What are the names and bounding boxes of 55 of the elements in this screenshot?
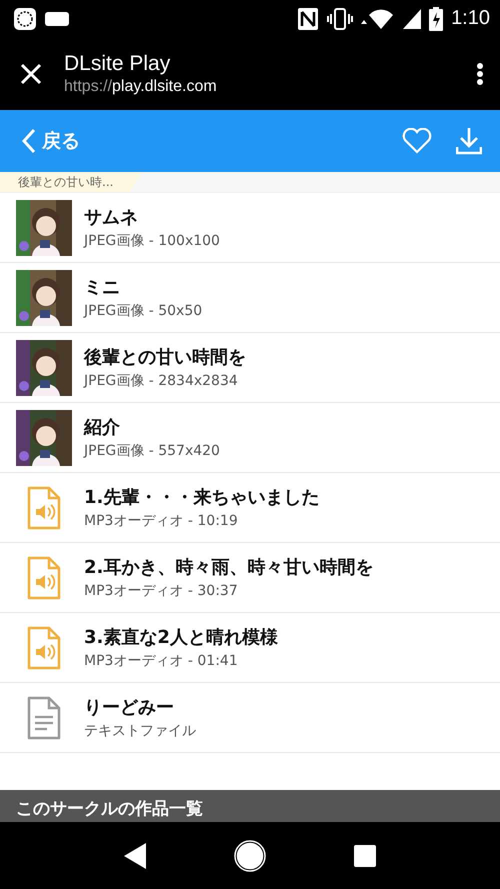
file-name: 2.耳かき、時々雨、時々甘い時間を (84, 556, 374, 579)
back-triangle-icon (124, 842, 146, 868)
file-name: ミニ (84, 276, 121, 299)
download-button[interactable] (456, 127, 482, 155)
menu-button[interactable] (476, 62, 484, 86)
file-row[interactable]: 2.耳かき、時々雨、時々甘い時間を MP3オーディオ - 30:37 (0, 543, 500, 613)
section-title: このサークルの作品一覧 (16, 798, 203, 821)
file-name: 1.先輩・・・来ちゃいました (84, 486, 320, 509)
message-icon (45, 10, 69, 26)
square-icon (354, 844, 376, 866)
download-icon (456, 127, 482, 155)
vibrate-icon (327, 8, 354, 30)
audio-file-icon (27, 626, 61, 670)
text-file-icon (27, 696, 61, 740)
file-name: 後輩との甘い時間を (84, 346, 246, 369)
wifi-icon (361, 8, 396, 30)
close-icon (20, 62, 42, 84)
file-name: 3.素直な2人と晴れ模様 (84, 626, 278, 649)
file-row[interactable]: サムネ JPEG画像 - 100x100 (0, 193, 500, 263)
file-name: サムネ (84, 206, 139, 229)
file-detail: MP3オーディオ - 01:41 (84, 652, 239, 670)
file-detail: テキストファイル (84, 722, 196, 740)
file-name: りーどみー (84, 696, 175, 719)
file-row[interactable]: ミニ JPEG画像 - 50x50 (0, 263, 500, 333)
page-url: https://play.dlsite.com (64, 78, 218, 96)
audio-file-icon (27, 486, 61, 530)
page-title: DLsite Play (64, 52, 172, 76)
file-detail: JPEG画像 - 50x50 (84, 302, 202, 320)
clock-time: 1:10 (451, 7, 490, 30)
file-detail: MP3オーディオ - 30:37 (84, 582, 239, 600)
file-row[interactable]: 紹介 JPEG画像 - 557x420 (0, 403, 500, 473)
home-button[interactable] (234, 840, 266, 872)
breadcrumb-tab[interactable]: 後輩との甘い時... (0, 172, 142, 192)
back-button[interactable] (124, 842, 146, 868)
nfc-icon (297, 6, 320, 30)
menu-icon (476, 62, 484, 86)
file-row[interactable]: 3.素直な2人と晴れ模様 MP3オーディオ - 01:41 (0, 613, 500, 683)
favorite-button[interactable] (402, 128, 432, 154)
file-detail: JPEG画像 - 2834x2834 (84, 372, 239, 390)
file-detail: JPEG画像 - 557x420 (84, 442, 220, 460)
app-notification-icon (13, 6, 37, 30)
signal-icon (403, 8, 422, 28)
chevron-left-icon (22, 128, 36, 154)
heart-icon (402, 128, 432, 154)
battery-icon (429, 6, 444, 30)
audio-file-icon (27, 556, 61, 600)
home-circle-icon (234, 840, 266, 872)
file-detail: MP3オーディオ - 10:19 (84, 512, 239, 530)
file-row[interactable]: 後輩との甘い時間を JPEG画像 - 2834x2834 (0, 333, 500, 403)
file-detail: JPEG画像 - 100x100 (84, 232, 220, 250)
close-button[interactable] (20, 62, 42, 84)
file-row[interactable]: 1.先輩・・・来ちゃいました MP3オーディオ - 10:19 (0, 473, 500, 543)
file-row[interactable]: りーどみー テキストファイル (0, 683, 500, 753)
recents-button[interactable] (354, 844, 376, 866)
file-name: 紹介 (84, 416, 121, 439)
